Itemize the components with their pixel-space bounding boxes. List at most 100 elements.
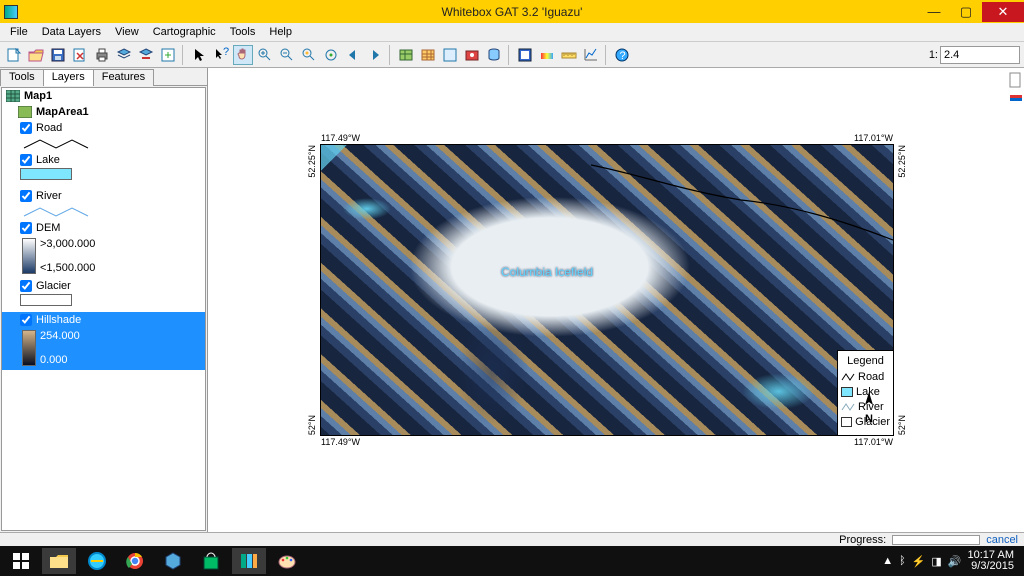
new-map-icon[interactable] [4,45,24,65]
raster-calc-icon[interactable] [418,45,438,65]
prev-extent-icon[interactable] [343,45,363,65]
taskbar-whitebox[interactable] [232,548,266,574]
minimize-button[interactable]: — [918,2,950,22]
graph-icon[interactable] [581,45,601,65]
tree-maparea-label: MapArea1 [36,106,89,118]
scale-input[interactable] [940,46,1020,64]
tray-date: 9/3/2015 [968,561,1014,572]
legend-river: River [858,401,884,413]
histogram-icon[interactable] [440,45,460,65]
attr-table-icon[interactable] [396,45,416,65]
legend-river-icon [841,402,855,412]
map-canvas[interactable]: Columbia Icefield Legend Road Lake River… [321,145,893,435]
dem-max: >3,000.000 [40,238,95,250]
taskbar-chrome[interactable] [118,548,152,574]
screenshot-icon[interactable] [462,45,482,65]
map-feature-label: Columbia Icefield [501,265,593,279]
axis-nw-lon: 117.49°W [321,133,360,143]
close-button[interactable]: ✕ [982,2,1024,22]
taskbar-store[interactable] [194,548,228,574]
menu-tools[interactable]: Tools [224,25,262,39]
app-icon [4,5,18,19]
layer-lake-check[interactable] [20,154,32,166]
scale-box: 1: [929,46,1020,64]
zoom-full-icon[interactable] [299,45,319,65]
layer-add-icon[interactable] [114,45,134,65]
lake-swatch [20,168,72,180]
tray-power-icon[interactable]: ⚡ [912,555,926,568]
layer-glacier-check[interactable] [20,280,32,292]
zoom-out-icon[interactable] [277,45,297,65]
legend-title: Legend [841,355,890,367]
menu-bar: File Data Layers View Cartographic Tools… [0,23,1024,42]
layer-dem-check[interactable] [20,222,32,234]
layer-lake[interactable]: Lake [2,152,205,168]
legend-lake: Lake [856,386,880,398]
tree-map-label: Map1 [24,90,52,102]
layer-remove-icon[interactable] [136,45,156,65]
layer-hillshade-check[interactable] [20,314,32,326]
map-icon [6,90,20,102]
print-icon[interactable] [92,45,112,65]
system-tray[interactable]: ▲ ᛒ ⚡ ◨ 🔊 10:17 AM 9/3/2015 [882,550,1020,572]
menu-file[interactable]: File [4,25,34,39]
tray-net-icon[interactable]: ◨ [931,555,941,568]
layer-glacier[interactable]: Glacier [2,278,205,294]
new-layer-icon[interactable] [158,45,178,65]
tab-features[interactable]: Features [93,69,154,86]
layer-road-check[interactable] [20,122,32,134]
legend-glacier-icon [841,417,852,427]
tree-map[interactable]: Map1 [2,88,205,104]
next-extent-icon[interactable] [365,45,385,65]
axis-ne-lon: 117.01°W [854,133,893,143]
menu-view[interactable]: View [109,25,145,39]
help-pointer-icon[interactable]: ? [211,45,231,65]
tab-layers[interactable]: Layers [43,69,94,86]
map-view[interactable]: 117.49°W 117.01°W 117.49°W 117.01°W 52.2… [208,68,1024,532]
menu-cartographic[interactable]: Cartographic [147,25,222,39]
taskbar-ie[interactable] [80,548,114,574]
tree-maparea[interactable]: MapArea1 [2,104,205,120]
layer-river[interactable]: River [2,188,205,204]
tray-up-icon[interactable]: ▲ [882,555,893,567]
layers-tree[interactable]: Map1 MapArea1 Road Lake River DEM >3,000… [1,87,206,531]
taskbar-paint[interactable] [270,548,304,574]
layer-dem[interactable]: DEM [2,220,205,236]
measure-icon[interactable] [559,45,579,65]
layer-hillshade[interactable]: Hillshade [2,312,205,328]
settings-icon[interactable] [515,45,535,65]
flag-icon[interactable] [1009,92,1023,106]
map-frame: 117.49°W 117.01°W 117.49°W 117.01°W 52.2… [320,144,894,436]
tab-tools[interactable]: Tools [0,69,44,86]
progress-label: Progress: [839,534,886,546]
db-icon[interactable] [484,45,504,65]
menu-data-layers[interactable]: Data Layers [36,25,107,39]
layer-river-check[interactable] [20,190,32,202]
tray-vol-icon[interactable]: 🔊 [948,555,962,568]
layer-dem-label: DEM [36,222,60,234]
open-icon[interactable] [26,45,46,65]
palette-icon[interactable] [537,45,557,65]
start-button[interactable] [4,548,38,574]
menu-help[interactable]: Help [263,25,298,39]
help-icon[interactable]: ? [612,45,632,65]
legend-glacier: Glacier [855,416,890,428]
layer-road-label: Road [36,122,62,134]
zoom-in-icon[interactable] [255,45,275,65]
pointer-icon[interactable] [189,45,209,65]
north-arrow: N [861,391,877,425]
save-icon[interactable] [48,45,68,65]
axis-nw-lat: 52.25°N [307,145,317,178]
cancel-link[interactable]: cancel [986,534,1018,546]
tray-bt-icon[interactable]: ᛒ [899,555,906,567]
page-icon[interactable] [1009,72,1023,88]
taskbar-box[interactable] [156,548,190,574]
zoom-layer-icon[interactable] [321,45,341,65]
layer-road[interactable]: Road [2,120,205,136]
maximize-button[interactable]: ▢ [950,2,982,22]
tray-clock[interactable]: 10:17 AM 9/3/2015 [968,550,1014,572]
pan-icon[interactable] [233,45,253,65]
taskbar-explorer[interactable] [42,548,76,574]
os-taskbar[interactable]: ▲ ᛒ ⚡ ◨ 🔊 10:17 AM 9/3/2015 [0,546,1024,576]
close-map-icon[interactable] [70,45,90,65]
